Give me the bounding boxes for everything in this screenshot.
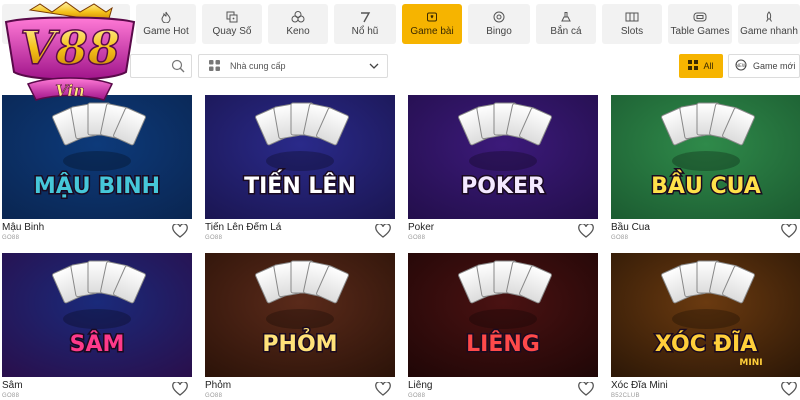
game-thumbnail[interactable]: XÓC ĐĨA MINI — [611, 253, 800, 377]
favorite-heart-icon[interactable] — [781, 381, 797, 396]
category-label: Slots — [620, 26, 644, 37]
game-provider: GO88 — [611, 235, 629, 241]
game-name[interactable]: Poker — [408, 222, 434, 233]
favorite-heart-icon[interactable] — [172, 381, 188, 396]
game-name[interactable]: Xóc Đĩa Mini — [611, 380, 668, 391]
category-label: Game nhanh — [740, 26, 798, 37]
game-name[interactable]: Liêng — [408, 380, 432, 391]
game-art-title: XÓC ĐĨA — [655, 331, 757, 357]
game-card[interactable]: BẦU CUA Bầu Cua GO88 — [611, 95, 800, 245]
category-no-hu[interactable]: Nổ hũ — [334, 4, 396, 44]
logo-sub-text: Vin — [55, 81, 85, 100]
game-name[interactable]: Tiến Lên Đếm Lá — [205, 222, 281, 233]
category-label: Game Hot — [143, 26, 189, 37]
category-label: Table Games — [670, 26, 730, 37]
game-thumbnail[interactable]: SÂM — [2, 253, 192, 377]
v88-vin-logo[interactable]: V88 Vin — [0, 0, 140, 110]
game-art-title: LIÊNG — [466, 331, 540, 357]
new-games-label: Game mới — [753, 61, 796, 71]
game-art-title: PHỎM — [262, 329, 337, 357]
provider-placeholder: Nhà cung cấp — [230, 61, 286, 71]
fish-shooter-icon — [559, 11, 573, 23]
all-filter-label: All — [703, 61, 714, 71]
all-filter-button[interactable]: All — [679, 54, 723, 78]
game-art-title: BẦU CUA — [651, 170, 761, 199]
category-label: Game bài — [410, 26, 454, 37]
favorite-heart-icon[interactable] — [172, 223, 188, 238]
game-provider: GO88 — [2, 393, 20, 399]
rocket-icon — [762, 11, 776, 23]
category-label: Nổ hũ — [351, 26, 379, 37]
category-slots[interactable]: Slots — [602, 4, 662, 44]
new-games-filter-button[interactable]: NEW Game mới — [728, 54, 800, 78]
game-card[interactable]: MẬU BINH Mậu Binh GO88 — [2, 95, 192, 245]
game-art-title: SÂM — [70, 331, 125, 357]
favorite-heart-icon[interactable] — [578, 223, 594, 238]
game-thumbnail[interactable]: LIÊNG — [408, 253, 598, 377]
game-thumbnail[interactable]: POKER — [408, 95, 598, 219]
category-label: Quay Số — [212, 26, 252, 37]
game-name[interactable]: Mậu Binh — [2, 222, 44, 233]
game-provider: GO88 — [205, 393, 223, 399]
game-thumbnail[interactable]: PHỎM — [205, 253, 395, 377]
game-art-subtitle: MINI — [739, 358, 762, 368]
category-keno[interactable]: Keno — [268, 4, 328, 44]
game-card[interactable]: TIẾN LÊN Tiến Lên Đếm Lá GO88 — [205, 95, 395, 245]
balls-icon — [291, 11, 305, 23]
game-provider: GO88 — [408, 235, 426, 241]
game-art-title: TIẾN LÊN — [244, 170, 356, 199]
seven-icon — [358, 11, 372, 23]
game-name[interactable]: Sâm — [2, 380, 23, 391]
chevron-down-icon — [369, 61, 379, 73]
game-card[interactable]: POKER Poker GO88 — [408, 95, 598, 245]
game-thumbnail[interactable]: BẦU CUA — [611, 95, 800, 219]
category-label: Bắn cá — [550, 26, 582, 37]
game-card[interactable]: LIÊNG Liêng GO88 — [408, 253, 598, 400]
category-ban-ca[interactable]: Bắn cá — [536, 4, 596, 44]
favorite-heart-icon[interactable] — [781, 223, 797, 238]
svg-text:NEW: NEW — [736, 63, 747, 69]
flame-icon — [159, 11, 173, 23]
game-thumbnail[interactable]: MẬU BINH — [2, 95, 192, 219]
category-label: Bingo — [486, 26, 512, 37]
logo-brand-text: V88 — [20, 21, 120, 75]
game-name[interactable]: Phỏm — [205, 380, 231, 391]
category-game-nhanh[interactable]: Game nhanh — [738, 4, 800, 44]
game-art-title: MẬU BINH — [34, 172, 160, 199]
favorite-heart-icon[interactable] — [375, 381, 391, 396]
game-lobby: Game Hot Quay Số Keno Nổ hũ Game bài Bin… — [0, 0, 800, 400]
dice-icon — [225, 11, 239, 23]
game-provider: GO88 — [2, 235, 20, 241]
game-provider: GO88 — [408, 393, 426, 399]
game-provider: GO88 — [205, 235, 223, 241]
bingo-icon — [492, 11, 506, 23]
game-art-title: POKER — [461, 174, 545, 199]
grid-icon — [688, 60, 699, 72]
game-provider: B52CLUB — [611, 393, 640, 399]
category-game-bai[interactable]: Game bài — [402, 4, 462, 44]
new-badge-icon: NEW — [735, 59, 747, 73]
slot-machine-icon — [625, 11, 639, 23]
favorite-heart-icon[interactable] — [578, 381, 594, 396]
game-name[interactable]: Bầu Cua — [611, 222, 650, 233]
game-card[interactable]: XÓC ĐĨA MINI Xóc Đĩa Mini B52CLUB — [611, 253, 800, 400]
category-game-hot[interactable]: Game Hot — [136, 4, 196, 44]
category-label: Keno — [286, 26, 310, 37]
cards-icon — [425, 11, 439, 23]
category-quay-so[interactable]: Quay Số — [202, 4, 262, 44]
game-thumbnail[interactable]: TIẾN LÊN — [205, 95, 395, 219]
category-table-games[interactable]: Table Games — [668, 4, 732, 44]
game-card[interactable]: SÂM Sâm GO88 — [2, 253, 192, 400]
game-card[interactable]: PHỎM Phỏm GO88 — [205, 253, 395, 400]
search-icon[interactable] — [171, 59, 185, 78]
favorite-heart-icon[interactable] — [375, 223, 391, 238]
grid-icon — [209, 59, 220, 73]
provider-select[interactable]: Nhà cung cấp — [198, 54, 388, 78]
category-bingo[interactable]: Bingo — [468, 4, 530, 44]
table-icon — [693, 11, 707, 23]
